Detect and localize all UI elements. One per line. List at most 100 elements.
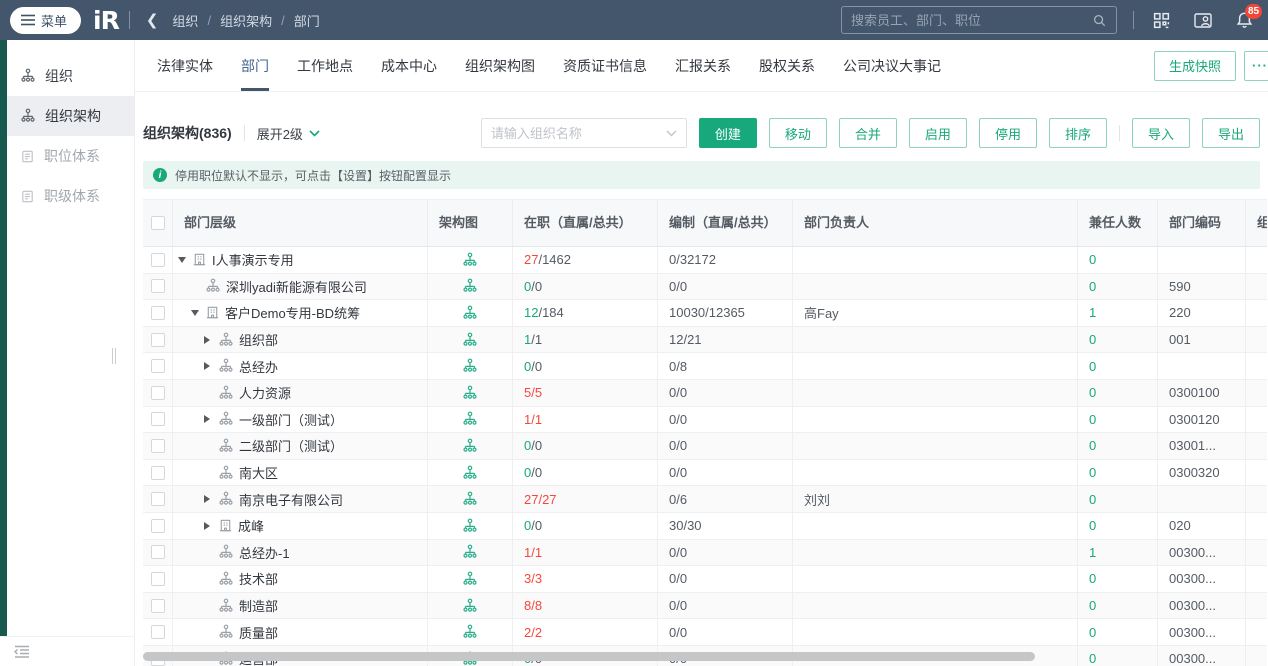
导出-button[interactable]: 导出 <box>1201 118 1260 148</box>
table-row: 客户Demo专用-BD统筹 12/184 10030/12365 高Fay 1 220 <box>143 300 1267 327</box>
org-chart-icon[interactable] <box>462 571 478 587</box>
sidebar-item-职级体系[interactable]: 职级体系 <box>7 176 134 216</box>
row-checkbox[interactable] <box>150 438 165 453</box>
row-checkbox[interactable] <box>150 359 165 374</box>
sidebar-resize-handle[interactable] <box>112 348 120 364</box>
clipped-cell <box>1246 460 1267 486</box>
menu-button[interactable]: 菜单 <box>10 6 82 34</box>
row-checkbox[interactable] <box>150 545 165 560</box>
department-name: 制造部 <box>239 599 279 615</box>
org-name-search-box[interactable] <box>480 118 687 148</box>
table-row: 南大区 0/0 0/0 0 0300320 <box>143 459 1267 487</box>
org-chart-icon[interactable] <box>462 518 478 534</box>
department-icon <box>218 624 234 640</box>
planned-headcount-cell: 0/0 <box>658 433 793 459</box>
row-checkbox[interactable] <box>150 332 165 347</box>
breadcrumb-item-3[interactable]: 部门 <box>294 11 320 30</box>
qr-code-icon[interactable] <box>1152 11 1171 30</box>
org-chart-icon[interactable] <box>462 465 478 481</box>
department-name: 总经办 <box>239 359 279 375</box>
org-chart-icon[interactable] <box>462 544 478 560</box>
tab-汇报关系[interactable]: 汇报关系 <box>675 40 731 91</box>
global-search-input[interactable] <box>851 12 1092 28</box>
breadcrumb-separator: / <box>207 12 212 28</box>
org-chart-icon[interactable] <box>462 332 478 348</box>
app-logo: iR <box>93 5 120 35</box>
row-checkbox[interactable] <box>150 492 165 507</box>
row-checkbox[interactable] <box>150 571 165 586</box>
department-code-cell: 00300... <box>1158 539 1246 566</box>
concurrent-count-cell: 0 <box>1078 619 1158 645</box>
department-name: 技术部 <box>239 572 279 588</box>
expand-toggle-icon[interactable] <box>191 309 204 316</box>
department-leader-cell: 刘刘 <box>793 486 1078 512</box>
row-checkbox[interactable] <box>150 412 165 427</box>
concurrent-count-cell: 1 <box>1078 300 1158 326</box>
expand-toggle-icon[interactable] <box>204 335 217 344</box>
row-checkbox[interactable] <box>150 465 165 480</box>
department-code-cell <box>1158 353 1246 379</box>
org-chart-icon[interactable] <box>462 491 478 507</box>
tab-工作地点[interactable]: 工作地点 <box>297 40 353 91</box>
org-chart-icon[interactable] <box>462 598 478 614</box>
org-chart-icon[interactable] <box>462 624 478 640</box>
导入-button[interactable]: 导入 <box>1131 118 1190 148</box>
table-row: 深圳yadi新能源有限公司 0/0 0/0 0 590 <box>143 273 1267 301</box>
org-name-search-input[interactable] <box>490 125 666 141</box>
row-checkbox[interactable] <box>150 279 165 294</box>
org-chart-icon[interactable] <box>462 411 478 427</box>
tab-法律实体[interactable]: 法律实体 <box>157 40 213 91</box>
create-button[interactable]: 创建 <box>698 118 757 148</box>
department-leader-cell <box>793 539 1078 566</box>
row-checkbox[interactable] <box>150 305 165 320</box>
tab-资质证书信息[interactable]: 资质证书信息 <box>563 40 647 91</box>
org-chart-icon[interactable] <box>462 385 478 401</box>
org-chart-icon[interactable] <box>462 278 478 294</box>
back-chevron-icon[interactable]: ❮ <box>146 13 159 28</box>
horizontal-scrollbar[interactable] <box>143 652 1035 661</box>
row-checkbox[interactable] <box>150 625 165 640</box>
row-checkbox[interactable] <box>150 598 165 613</box>
org-chart-icon[interactable] <box>462 358 478 374</box>
tab-股权关系[interactable]: 股权关系 <box>759 40 815 91</box>
breadcrumb-item-2[interactable]: 组织架构 <box>220 11 272 30</box>
contacts-icon[interactable] <box>1193 11 1213 30</box>
tab-公司决议大事记[interactable]: 公司决议大事记 <box>843 40 941 91</box>
row-checkbox[interactable] <box>150 518 165 533</box>
expand-toggle-icon[interactable] <box>204 415 217 424</box>
active-headcount-cell: 2/2 <box>513 619 658 645</box>
breadcrumb-item-1[interactable]: 组织 <box>172 11 198 30</box>
sidebar-item-组织[interactable]: 组织 <box>7 56 134 96</box>
expand-toggle-icon[interactable] <box>178 256 191 263</box>
tab-组织架构图[interactable]: 组织架构图 <box>465 40 535 91</box>
select-all-checkbox[interactable] <box>150 216 165 230</box>
generate-snapshot-button[interactable]: 生成快照 <box>1153 50 1236 81</box>
expand-toggle-icon[interactable] <box>204 521 217 530</box>
department-code-cell: 0300100 <box>1158 379 1246 406</box>
expand-toggle-icon[interactable] <box>204 362 217 371</box>
sidebar-item-组织架构[interactable]: 组织架构 <box>7 96 134 136</box>
移动-button[interactable]: 移动 <box>768 118 827 148</box>
org-chart-icon[interactable] <box>462 438 478 454</box>
column-header-5: 部门负责人 <box>793 200 1078 246</box>
排序-button[interactable]: 排序 <box>1048 118 1107 148</box>
tab-成本中心[interactable]: 成本中心 <box>381 40 437 91</box>
停用-button[interactable]: 停用 <box>978 118 1037 148</box>
active-headcount-cell: 5/5 <box>513 379 658 406</box>
启用-button[interactable]: 启用 <box>908 118 967 148</box>
sidebar-item-职位体系[interactable]: 职位体系 <box>7 136 134 176</box>
合并-button[interactable]: 合并 <box>838 118 897 148</box>
global-search-box[interactable] <box>841 6 1117 34</box>
tab-部门[interactable]: 部门 <box>241 40 269 91</box>
department-icon <box>218 358 234 374</box>
row-checkbox[interactable] <box>150 252 165 267</box>
notification-bell-icon[interactable]: 85 <box>1235 3 1263 30</box>
row-checkbox[interactable] <box>150 385 165 400</box>
org-chart-icon[interactable] <box>462 252 478 268</box>
expand-toggle-icon[interactable] <box>204 495 217 504</box>
department-leader-cell <box>793 326 1078 353</box>
sidebar-collapse-button[interactable] <box>0 636 134 666</box>
more-actions-button[interactable]: ··· <box>1244 50 1268 81</box>
expand-level-control[interactable]: 展开2级 <box>257 124 320 143</box>
org-chart-icon[interactable] <box>462 305 478 321</box>
